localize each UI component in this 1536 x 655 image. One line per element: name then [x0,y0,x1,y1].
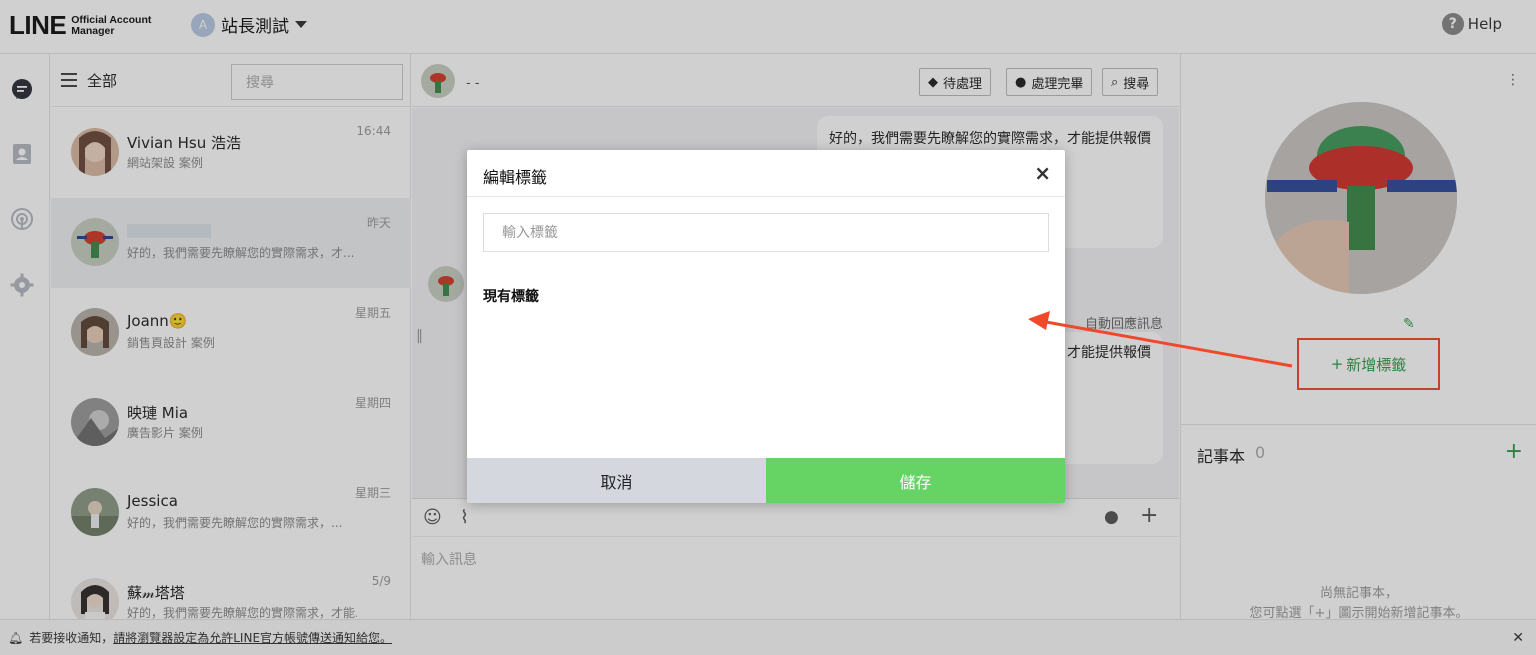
save-button[interactable]: 儲存 [766,458,1065,503]
dialog-header: 編輯標籤 × [467,150,1065,197]
close-icon[interactable]: × [1034,161,1051,185]
dialog-title: 編輯標籤 [483,168,548,187]
existing-tags-label: 現有標籤 [483,289,539,305]
cancel-button[interactable]: 取消 [467,458,766,503]
edit-tags-dialog: 編輯標籤 × 現有標籤 取消 儲存 [467,150,1065,503]
tag-input[interactable] [483,213,1049,252]
